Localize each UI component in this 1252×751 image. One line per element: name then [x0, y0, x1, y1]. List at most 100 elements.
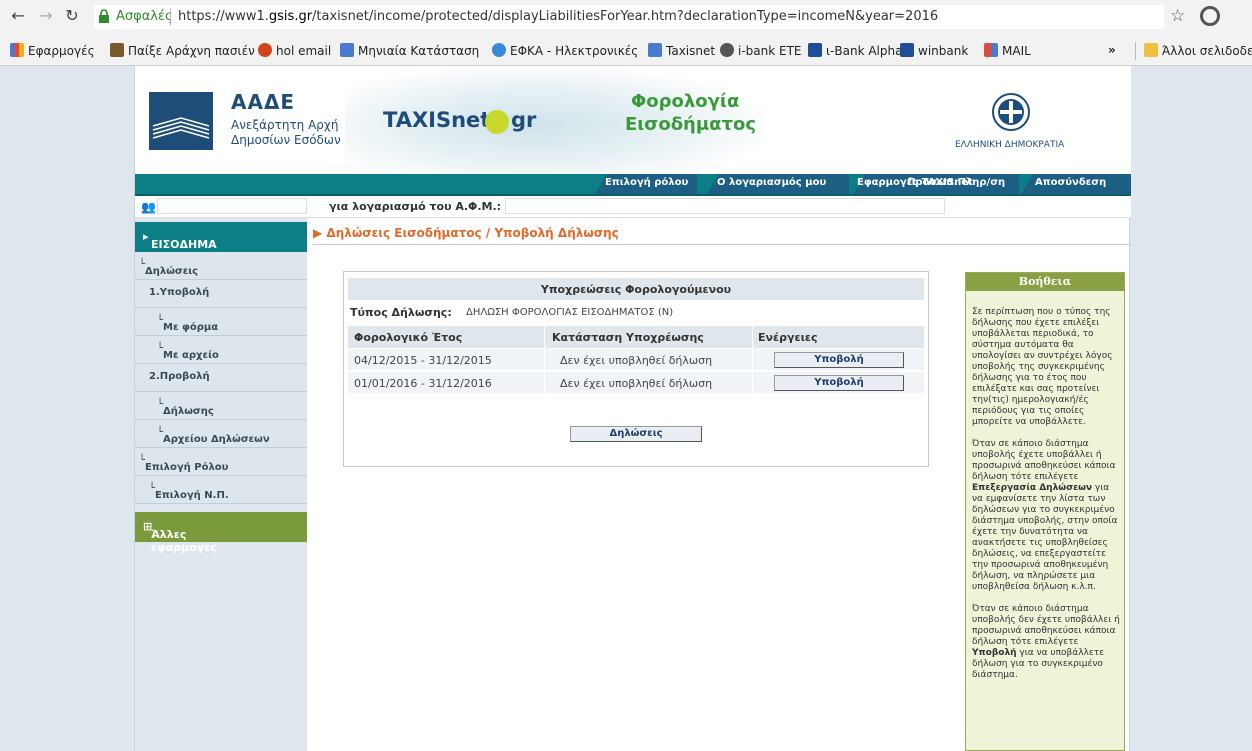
- bookmark-label: Taxisnet: [666, 44, 716, 58]
- submit-button[interactable]: Υποβολή: [774, 352, 904, 368]
- other-bookmarks-label: Άλλοι σελιδοδείκ: [1162, 44, 1252, 58]
- sidebar-item-declarations[interactable]: └ Δηλώσεις: [135, 252, 307, 280]
- sidebar-item-submit[interactable]: 1.Υποβολή: [135, 280, 307, 308]
- bookmark-label: i-bank ΕΤΕ: [738, 44, 802, 58]
- app-title-line2: Εισοδήματος: [625, 114, 757, 135]
- bookmark-label: Μηνιαία Κατάσταση: [358, 44, 480, 58]
- sidebar-item-label: └ Επιλογή Ρόλου: [139, 455, 229, 473]
- column-divider: [544, 372, 545, 394]
- help-text-part: για να εμφανίσετε την λίστα των δηλώσεων…: [972, 483, 1118, 592]
- sidebar-header-text: ΕΙΣΟΔΗΜΑ: [151, 238, 217, 251]
- reload-icon[interactable]: ↻: [62, 6, 82, 26]
- sidebar-item-label: └ Με φόρμα: [157, 315, 219, 333]
- emblem-text: ΕΛΛΗΝΙΚΗ ΔΗΜΟΚΡΑΤΙΑ: [955, 140, 1065, 150]
- help-paragraph-2: Όταν σε κάποιο διάστημα υποβολής έχετε υ…: [972, 439, 1122, 593]
- users-icon: 👥: [141, 200, 156, 214]
- sidebar-item-label: 1.Υποβολή: [149, 287, 210, 298]
- forward-icon[interactable]: →: [36, 6, 56, 26]
- sidebar-other-apps[interactable]: ⊞ Άλλες εφαρμογές: [135, 512, 307, 554]
- sidebar-item-declaration[interactable]: └ Δήλωσης: [135, 392, 307, 420]
- app-title-line1: Φορολογία: [631, 91, 740, 112]
- bookmark-apps[interactable]: Εφαρμογές: [10, 43, 95, 58]
- bookmark-alpha[interactable]: ι-Bank Alpha: [808, 43, 902, 58]
- nav-item-personal-info[interactable]: Προσωπ.Πληρ/ση: [907, 177, 1005, 188]
- bookmark-ibank-ete[interactable]: i-bank ΕΤΕ: [720, 43, 802, 58]
- bookmark-label: Εφαρμογές: [28, 44, 95, 58]
- nav-item-select-role[interactable]: Επιλογή ρόλου: [605, 177, 688, 188]
- aade-title: ΑΑΔΕ: [231, 90, 296, 114]
- sidebar-item-with-form[interactable]: └ Με φόρμα: [135, 308, 307, 336]
- secure-label: Ασφαλές: [116, 9, 173, 24]
- sidebar-item-text: Δήλωσης: [163, 406, 214, 417]
- declarations-button[interactable]: Δηλώσεις: [570, 426, 702, 442]
- help-title: Βοήθεια: [1018, 275, 1072, 288]
- column-header-actions: Ενέργειες: [758, 331, 818, 344]
- panel-title: Υποχρεώσεις Φορολογούμενου: [540, 283, 732, 296]
- sidebar-other-apps-text: Άλλες εφαρμογές: [151, 528, 217, 554]
- submit-button[interactable]: Υποβολή: [774, 375, 904, 391]
- sidebar-item-select-role[interactable]: └ Επιλογή Ρόλου: [135, 448, 307, 476]
- nav-item-my-account[interactable]: Ο λογαριασμός μου: [717, 177, 826, 188]
- help-link-edit-declarations: Επεξεργασία Δηλώσεων: [972, 483, 1093, 493]
- sidebar-other-apps-label: ⊞ Άλλες εφαρμογές: [143, 520, 217, 554]
- sidebar-item-text: Επιλογή Ρόλου: [145, 462, 229, 473]
- taxisnet-gr: gr: [511, 108, 537, 132]
- cell-year: 01/01/2016 - 31/12/2016: [354, 377, 492, 390]
- bookmark-efka[interactable]: ΕΦΚΑ - Ηλεκτρονικές: [492, 43, 638, 58]
- afm-label: για λογαριασμό του Α.Φ.Μ.:: [329, 200, 502, 213]
- column-divider: [752, 349, 753, 371]
- site-header: ΑΑΔΕ Ανεξάρτητη Αρχή Δημοσίων Εσόδων TAX…: [135, 66, 1131, 174]
- column-header-status: Κατάσταση Υποχρέωσης: [552, 331, 704, 344]
- sidebar-header[interactable]: ▸ ΕΙΣΟΔΗΜΑ: [135, 222, 307, 252]
- bookmark-label: winbank: [918, 44, 969, 58]
- sidebar-item-label: └ Δήλωσης: [157, 399, 214, 417]
- cell-year: 04/12/2015 - 31/12/2015: [354, 354, 492, 367]
- other-bookmarks[interactable]: Άλλοι σελιδοδείκ: [1144, 43, 1252, 58]
- folder-icon: [1144, 43, 1158, 57]
- sidebar-item-text: Επιλογή Ν.Π.: [155, 490, 229, 501]
- sidebar-header-label: ▸ ΕΙΣΟΔΗΜΑ: [143, 230, 217, 251]
- table-header: Φορολογικό Έτος Κατάσταση Υποχρέωσης Ενέ…: [348, 326, 924, 348]
- hol-icon: [258, 43, 272, 57]
- apps-grid-icon: [10, 43, 24, 57]
- bookmarks-more[interactable]: »: [1108, 43, 1116, 57]
- sidebar: ▸ ΕΙΣΟΔΗΜΑ └ Δηλώσεις 1.Υποβολή └ Με φόρ…: [135, 218, 307, 751]
- help-paragraph-3: Όταν σε κάποιο διάστημα υποβολής δεν έχε…: [972, 604, 1122, 681]
- bookmark-monthly[interactable]: Μηνιαία Κατάσταση: [340, 43, 479, 58]
- breadcrumb-arrow-icon: ▶: [313, 226, 327, 240]
- help-text-part: Όταν σε κάποιο διάστημα υποβολής έχετε υ…: [972, 439, 1116, 482]
- sidebar-item-text: Δηλώσεις: [145, 266, 199, 277]
- bookmark-star-icon[interactable]: ☆: [1170, 6, 1185, 26]
- taxisnet-logo: TAXISnet: [383, 108, 491, 132]
- bookmark-mail[interactable]: MAIL: [984, 43, 1031, 58]
- column-header-year: Φορολογικό Έτος: [354, 331, 463, 344]
- sidebar-item-declarations-file[interactable]: └ Αρχείου Δηλώσεων: [135, 420, 307, 448]
- address-bar[interactable]: Ασφαλές https://www1.gsis.gr/taxisnet/in…: [94, 5, 1164, 29]
- bookmark-spider[interactable]: Παίξε Αράχνη πασιέν: [110, 43, 255, 58]
- sidebar-item-label: └ Με αρχείο: [157, 343, 219, 361]
- efka-icon: [492, 43, 506, 57]
- sidebar-item-view[interactable]: 2.Προβολή: [135, 364, 307, 392]
- bookmark-label: Παίξε Αράχνη πασιέν: [128, 44, 255, 58]
- gsis-icon: [340, 43, 354, 57]
- help-text-part: Όταν σε κάποιο διάστημα υποβολής δεν έχε…: [972, 604, 1120, 647]
- aade-logo-icon: [149, 92, 213, 150]
- url-domain: gsis.gr: [268, 9, 313, 24]
- back-icon[interactable]: ←: [8, 6, 28, 26]
- winbank-icon: [900, 43, 914, 57]
- bookmark-taxisnet[interactable]: Taxisnet: [648, 43, 715, 58]
- help-title-bar: Βοήθεια: [966, 273, 1124, 291]
- lock-icon: [99, 9, 109, 23]
- url-path: /taxisnet/income/protected/displayLiabil…: [312, 9, 939, 24]
- nav-item-logout[interactable]: Αποσύνδεση: [1035, 177, 1106, 188]
- extension-icon[interactable]: [1200, 6, 1220, 26]
- panel-title-bar: Υποχρεώσεις Φορολογούμενου: [348, 278, 924, 300]
- alpha-icon: [808, 43, 822, 57]
- cell-status: Δεν έχει υποβληθεί δήλωση: [560, 354, 713, 367]
- sidebar-item-with-file[interactable]: └ Με αρχείο: [135, 336, 307, 364]
- aade-subtitle-2: Δημοσίων Εσόδων: [231, 133, 341, 147]
- sidebar-item-select-np[interactable]: └ Επιλογή Ν.Π.: [135, 476, 307, 504]
- bookmark-hol[interactable]: hol email: [258, 43, 331, 58]
- spider-icon: [110, 43, 124, 57]
- bookmark-winbank[interactable]: winbank: [900, 43, 968, 58]
